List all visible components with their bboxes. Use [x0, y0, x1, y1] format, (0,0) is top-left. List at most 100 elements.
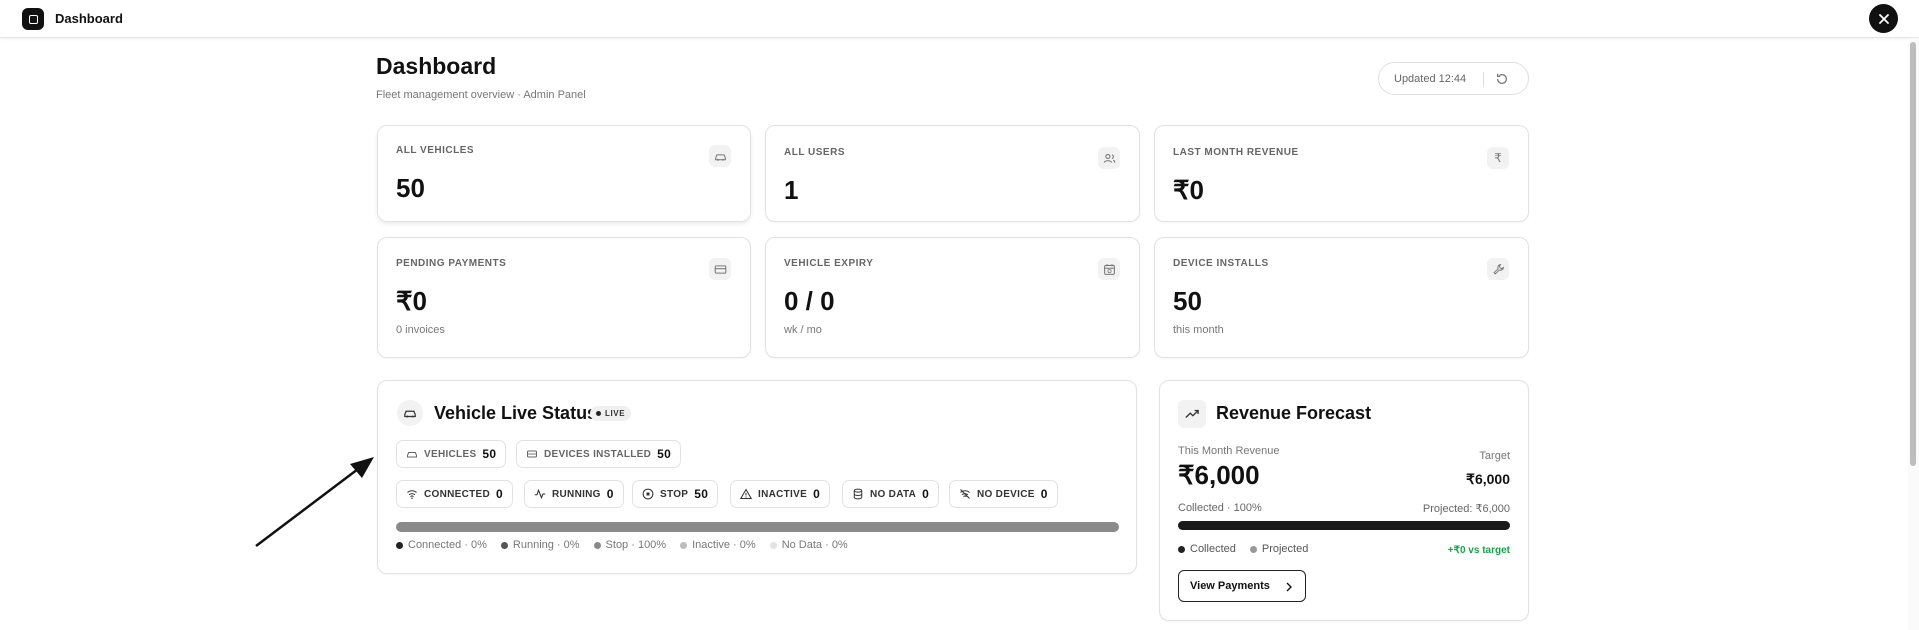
stat-card-pending-payments[interactable]: PENDING PAYMENTS ₹0 0 invoices — [377, 237, 751, 358]
database-icon — [852, 488, 864, 500]
wrench-icon — [1487, 258, 1509, 280]
revenue-forecast-card: Revenue Forecast This Month Revenue ₹6,0… — [1159, 380, 1529, 621]
stat-label: LAST MONTH REVENUE — [1173, 147, 1299, 158]
this-month-label: This Month Revenue — [1178, 445, 1280, 457]
stat-label: DEVICE INSTALLS — [1173, 258, 1269, 269]
legend-dot — [680, 541, 688, 549]
legend-item-stop: Stop · 100% — [593, 539, 667, 551]
legend-projected: Projected — [1261, 543, 1309, 555]
stat-card-last-month-revenue[interactable]: LAST MONTH REVENUE ₹0 ₹ — [1154, 125, 1529, 222]
legend-dot — [1249, 545, 1257, 553]
legend-dot — [769, 541, 777, 549]
collected-progress-track — [1178, 521, 1510, 530]
chip-inactive[interactable]: INACTIVE 0 — [730, 480, 831, 508]
legend-collected: Collected — [1190, 543, 1236, 555]
legend-item-connected: Connected · 0% — [396, 539, 487, 551]
chip-count: 50 — [657, 447, 672, 461]
chip-vehicles[interactable]: VEHICLES 50 — [396, 440, 507, 468]
chip-label: STOP — [660, 488, 689, 500]
users-icon — [1098, 147, 1120, 169]
app-title: Dashboard — [55, 11, 123, 26]
chip-devices-installed[interactable]: DEVICES INSTALLED 50 — [516, 440, 682, 468]
view-payments-button[interactable]: View Payments — [1178, 570, 1306, 602]
legend-dot — [593, 541, 601, 549]
this-month-value: ₹6,000 — [1178, 460, 1260, 490]
stat-label: ALL USERS — [784, 147, 845, 158]
stat-value: 0 / 0 — [784, 286, 835, 316]
scrollbar-thumb[interactable] — [1910, 42, 1916, 466]
chip-no-data[interactable]: NO DATA 0 — [842, 480, 940, 508]
chip-running[interactable]: RUNNING 0 — [524, 480, 624, 508]
stat-card-all-vehicles[interactable]: ALL VEHICLES 50 — [377, 125, 751, 222]
status-progress-bar — [396, 522, 1119, 532]
car-icon — [397, 400, 423, 426]
trending-up-icon — [1178, 400, 1206, 428]
card-icon — [709, 258, 731, 280]
device-icon — [526, 448, 538, 460]
car-icon — [709, 145, 731, 167]
chip-label: RUNNING — [552, 488, 601, 500]
legend-dot — [500, 541, 508, 549]
stat-value: ₹0 — [1173, 175, 1205, 205]
stat-subtext: 0 invoices — [396, 324, 445, 336]
stat-value: 50 — [1173, 286, 1202, 316]
live-dot-icon — [596, 411, 601, 416]
chip-count: 0 — [922, 487, 930, 501]
rupee-icon: ₹ — [1487, 147, 1509, 169]
stat-subtext: this month — [1173, 324, 1224, 336]
chip-label: CONNECTED — [424, 488, 491, 500]
live-badge: LIVE — [590, 406, 632, 421]
chip-label: INACTIVE — [758, 488, 808, 500]
stat-label: PENDING PAYMENTS — [396, 258, 507, 269]
stat-value: ₹0 — [396, 286, 428, 316]
target-value: ₹6,000 — [1466, 471, 1510, 487]
chip-label: DEVICES INSTALLED — [544, 448, 652, 460]
legend-dot — [1178, 545, 1185, 553]
view-payments-label: View Payments — [1190, 580, 1270, 592]
forecast-legend: Collected Projected — [1178, 543, 1308, 555]
chip-connected[interactable]: CONNECTED 0 — [396, 480, 514, 508]
collected-progress-fill — [1178, 521, 1510, 530]
stop-icon — [642, 488, 654, 500]
collected-text: Collected · 100% — [1178, 502, 1262, 514]
chip-label: NO DATA — [870, 488, 917, 500]
status-legend: Connected · 0% Running · 0% Stop · 100% … — [396, 539, 848, 551]
chip-count: 50 — [482, 447, 497, 461]
refresh-button[interactable] — [1495, 72, 1511, 88]
close-button[interactable] — [1869, 4, 1898, 33]
legend-label: Running · 0% — [512, 539, 580, 551]
chip-stop[interactable]: STOP 50 — [632, 480, 719, 508]
annotation-arrow-icon — [255, 457, 374, 547]
legend-item-inactive: Inactive · 0% — [680, 539, 756, 551]
stat-label: VEHICLE EXPIRY — [784, 258, 874, 269]
close-icon — [1878, 13, 1889, 24]
vehicle-live-status-card: Vehicle Live Status LIVE VEHICLES 50 DEV… — [377, 380, 1137, 574]
stat-value: 50 — [396, 173, 425, 203]
page-subtitle: Fleet management overview · Admin Panel — [376, 89, 586, 101]
stat-card-vehicle-expiry[interactable]: VEHICLE EXPIRY 0 / 0 wk / mo — [765, 237, 1140, 358]
scrollbar[interactable] — [1908, 38, 1919, 630]
pill-divider — [1483, 72, 1484, 87]
section-title: Vehicle Live Status — [434, 403, 598, 423]
legend-label: Stop · 100% — [605, 539, 667, 551]
updated-pill: Updated 12:44 — [1378, 62, 1529, 95]
legend-item-no-data: No Data · 0% — [769, 539, 848, 551]
target-label: Target — [1479, 450, 1510, 462]
projected-text: Projected: ₹6,000 — [1422, 503, 1510, 515]
page-title: Dashboard — [376, 53, 497, 79]
chip-count: 0 — [1040, 487, 1048, 501]
chip-label: NO DEVICE — [977, 488, 1035, 500]
legend-item-running: Running · 0% — [500, 539, 580, 551]
stat-card-all-users[interactable]: ALL USERS 1 — [765, 125, 1140, 222]
stat-card-device-installs[interactable]: DEVICE INSTALLS 50 this month — [1154, 237, 1529, 358]
chip-count: 0 — [606, 487, 614, 501]
chip-count: 0 — [813, 487, 821, 501]
wifi-icon — [406, 488, 418, 500]
stat-subtext: wk / mo — [784, 324, 822, 336]
chip-count: 0 — [496, 487, 504, 501]
live-badge-label: LIVE — [605, 409, 626, 418]
chip-no-device[interactable]: NO DEVICE 0 — [949, 480, 1058, 508]
legend-label: Inactive · 0% — [692, 539, 756, 551]
section-title: Revenue Forecast — [1216, 403, 1372, 423]
updated-label: Updated 12:44 — [1394, 72, 1467, 85]
